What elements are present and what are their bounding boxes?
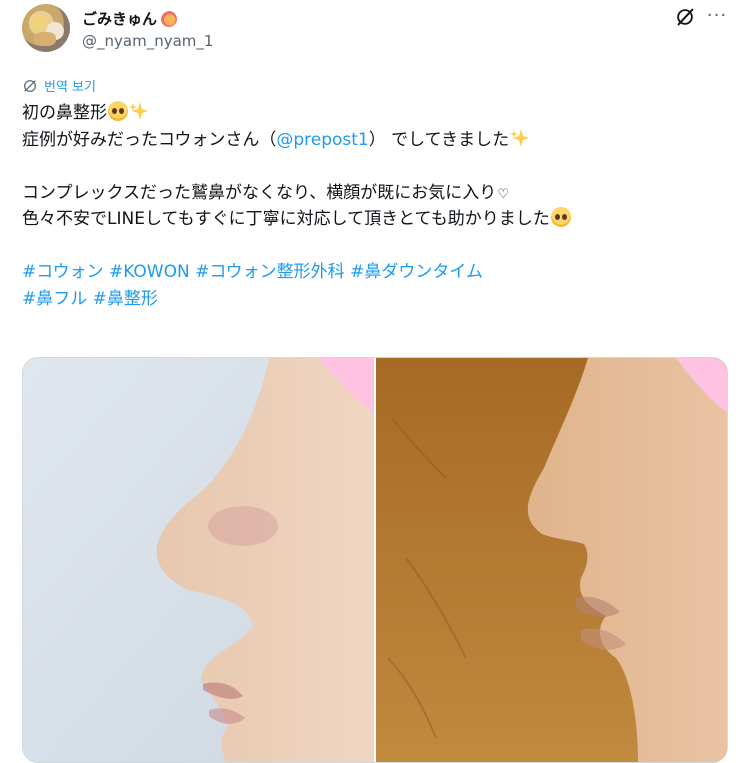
before-photo-image (23, 358, 374, 762)
tweet-text: 初の鼻整形 症例が好みだったコウォンさん（@prepost1） でしてきました … (22, 100, 722, 312)
tweet-text-line-2-before: 症例が好みだったコウォンさん（ (22, 129, 277, 150)
display-name[interactable]: ごみきゅん (82, 8, 157, 29)
name-row: ごみきゅん (82, 8, 178, 29)
before-photo[interactable] (23, 358, 374, 762)
media-grid (22, 357, 728, 763)
translate-link[interactable]: 번역 보기 (22, 76, 96, 95)
pleading-face-emoji-icon (108, 101, 128, 121)
globe-icon (24, 79, 36, 92)
after-photo[interactable] (376, 358, 727, 762)
after-photo-image (376, 358, 727, 762)
pleading-face-emoji-icon (550, 207, 571, 227)
tweet-line-2: 症例が好みだったコウォンさん（@prepost1） でしてきました (22, 127, 722, 154)
avatar[interactable] (22, 4, 70, 52)
tweet-text-line-2-after: ） でしてきました (368, 129, 510, 150)
tweet-text-line-3: コンプレックスだった鷲鼻がなくなり、横顔が既にお気に入り (22, 182, 497, 203)
grok-icon[interactable] (674, 6, 696, 28)
mention-link[interactable]: @prepost1 (276, 130, 368, 150)
more-icon[interactable]: ··· (706, 5, 728, 27)
tweet: ごみきゅん @_nyam_nyam_1 ··· 번역 보기 初の鼻整形 症例が好… (0, 0, 748, 763)
hashtags-line-2[interactable]: #鼻フル #鼻整形 (22, 286, 722, 313)
tweet-text-line-4: 色々不安でLINEしてもすぐに丁寧に対応して頂きとても助かりました (22, 209, 550, 229)
tweet-text-line-1: 初の鼻整形 (22, 103, 107, 123)
translate-label: 번역 보기 (44, 80, 96, 95)
hashtags-line-1[interactable]: #コウォン #KOWON #コウォン整形外科 #鼻ダウンタイム (22, 259, 722, 286)
tweet-line-3: コンプレックスだった鷲鼻がなくなり、横顔が既にお気に入り♡ (22, 180, 722, 207)
sparkles-emoji-icon (510, 128, 530, 148)
shrimp-emoji-icon (161, 10, 178, 27)
tweet-line-1: 初の鼻整形 (22, 100, 722, 127)
sparkles-emoji-icon (129, 101, 149, 121)
user-handle[interactable]: @_nyam_nyam_1 (82, 32, 213, 50)
heart-symbol: ♡ (497, 186, 509, 202)
tweet-line-4: 色々不安でLINEしてもすぐに丁寧に対応して頂きとても助かりました (22, 206, 722, 233)
